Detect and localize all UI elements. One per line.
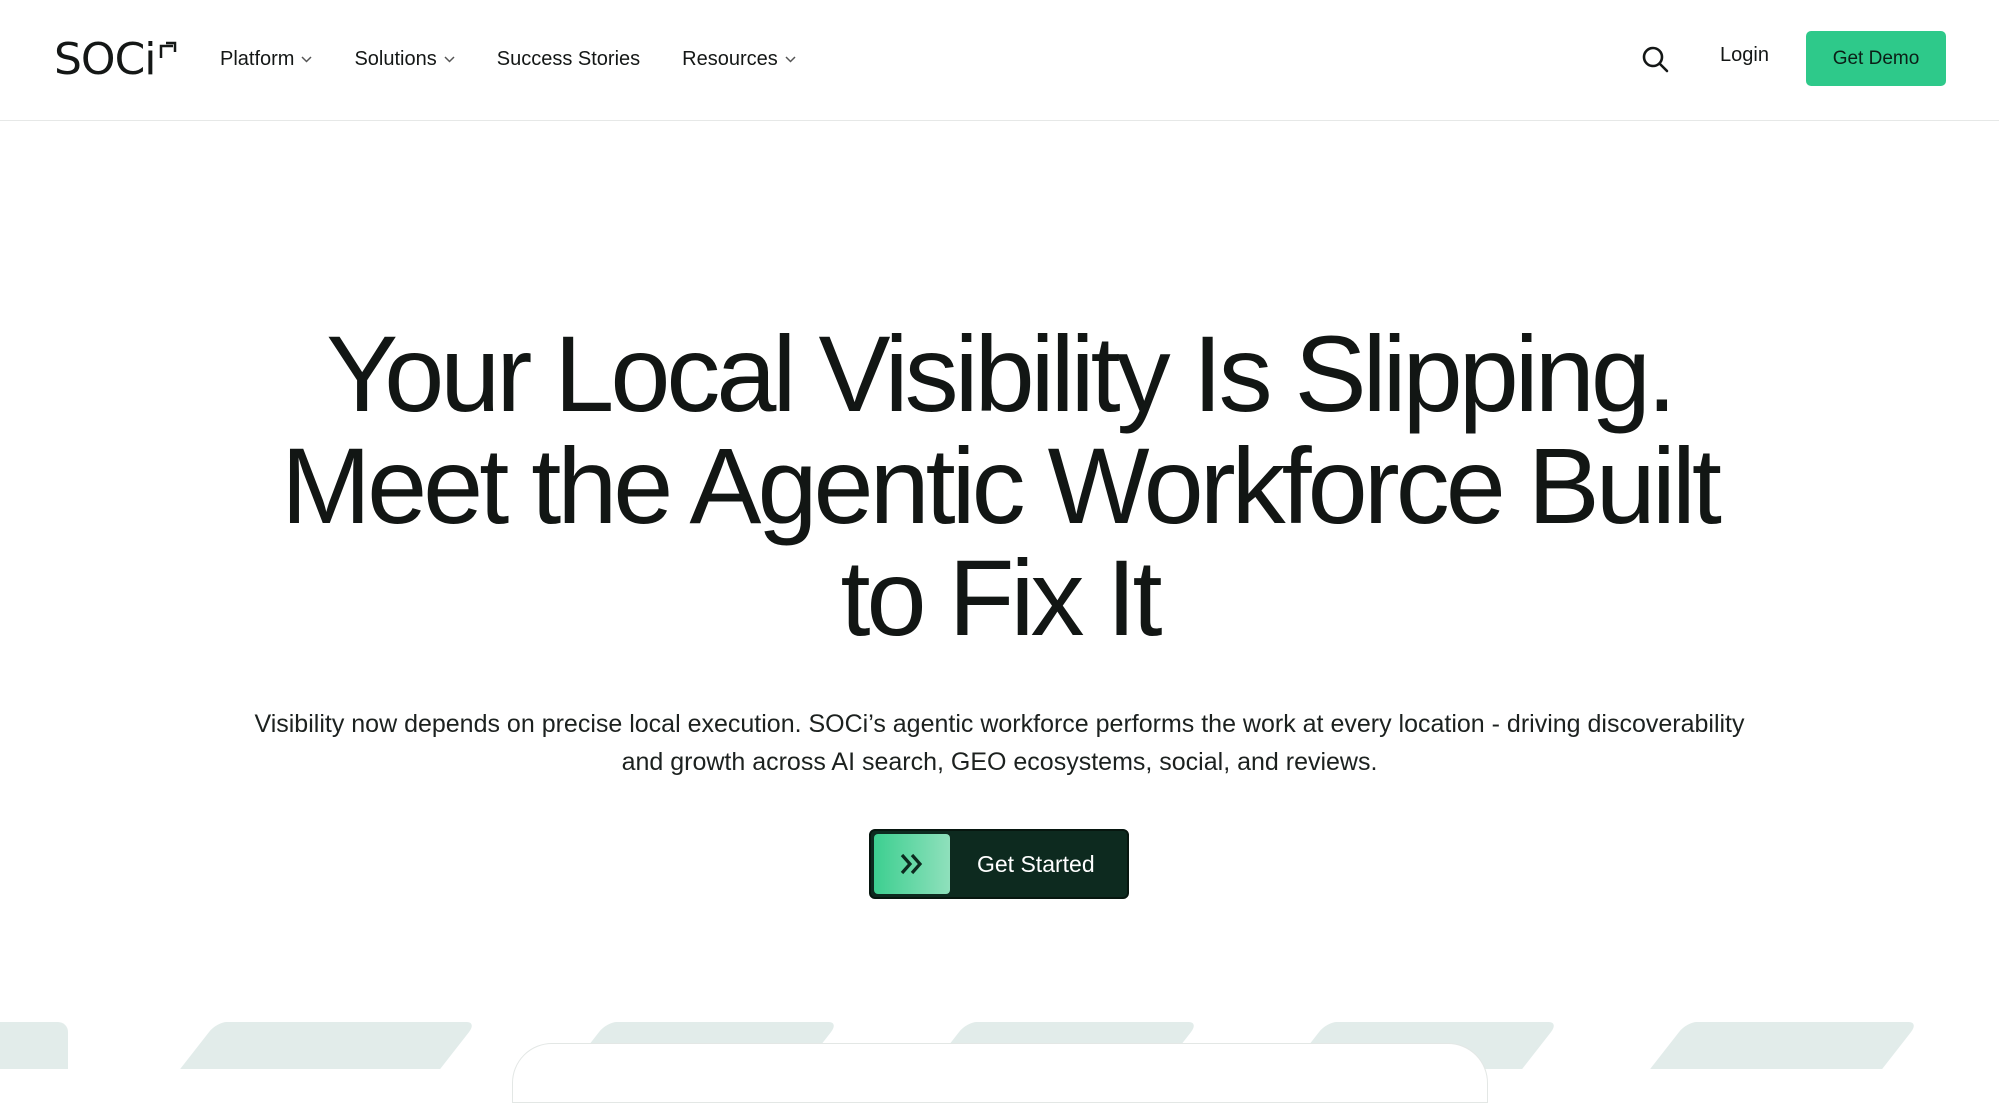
logo-arrow-icon <box>159 41 176 58</box>
logo-wordmark: SOCi <box>54 34 157 85</box>
nav-resources-label: Resources <box>682 47 778 70</box>
nav-solutions[interactable]: Solutions <box>354 47 455 71</box>
get-started-button[interactable]: Get Started <box>869 829 1129 899</box>
nav-resources[interactable]: Resources <box>682 48 796 71</box>
preview-tile <box>170 1022 477 1069</box>
soci-logo[interactable]: SOCi <box>54 34 178 82</box>
hero-title-line: to Fix It <box>840 537 1162 658</box>
chevron-down-icon <box>785 55 796 63</box>
site-header: SOCi Platform Solutions Success Stories … <box>0 0 1999 121</box>
hero-title-line: Your Local Visibility Is Slipping. <box>326 313 1677 434</box>
chevron-down-icon <box>444 55 455 63</box>
hero-subtitle: Visibility now depends on precise local … <box>254 710 1745 776</box>
nav-success-stories[interactable]: Success Stories <box>497 48 640 71</box>
main-nav: Platform Solutions Success Stories Resou… <box>220 0 838 118</box>
preview-tile <box>1640 1022 1919 1069</box>
hero-title-line: Meet the Agentic Workforce Built <box>281 425 1722 546</box>
search-button[interactable] <box>1640 44 1670 74</box>
preview-card <box>512 1043 1488 1103</box>
hero-title: Your Local Visibility Is Slipping. Meet … <box>0 318 1999 654</box>
nav-platform-label: Platform <box>220 47 295 70</box>
search-icon <box>1642 46 1669 73</box>
preview-tile <box>0 1022 68 1069</box>
nav-platform[interactable]: Platform <box>220 48 312 71</box>
nav-solutions-label: Solutions <box>354 47 437 70</box>
chevron-down-icon <box>301 55 312 63</box>
get-started-label: Get Started <box>977 851 1095 877</box>
get-demo-button[interactable]: Get Demo <box>1806 31 1946 86</box>
login-link[interactable]: Login <box>1720 44 1769 67</box>
nav-success-stories-label: Success Stories <box>496 47 641 70</box>
double-chevron-right-icon <box>874 834 950 894</box>
